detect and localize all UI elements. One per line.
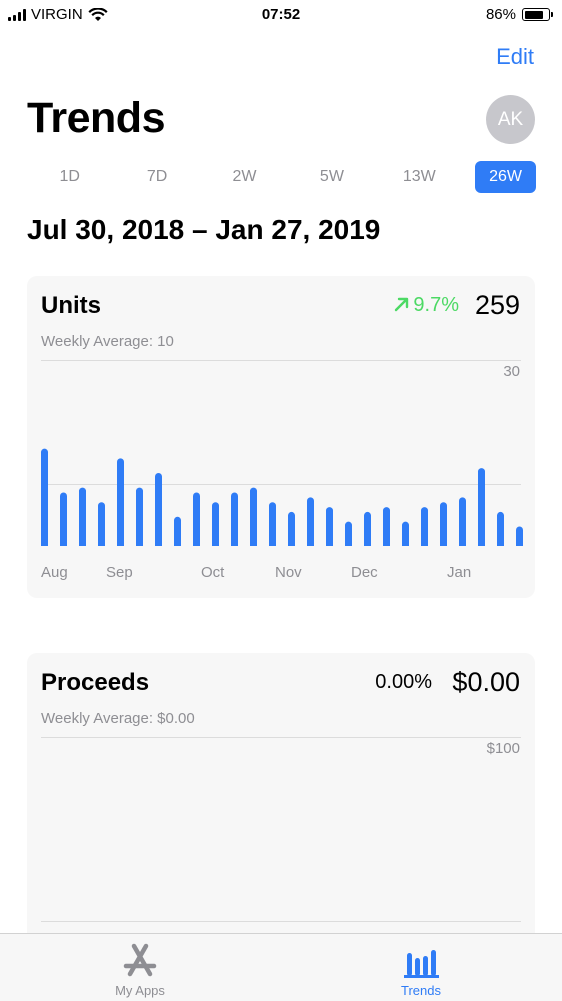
units-bar-chart xyxy=(41,448,523,546)
period-13w[interactable]: 13W xyxy=(376,161,463,193)
units-bar xyxy=(117,458,124,546)
date-range: Jul 30, 2018 – Jan 27, 2019 xyxy=(27,214,381,245)
units-bar xyxy=(98,502,105,546)
tab-trends[interactable]: Trends xyxy=(351,934,491,1001)
edit-button[interactable]: Edit xyxy=(496,44,534,70)
clock: 07:52 xyxy=(261,6,301,23)
units-bar xyxy=(41,448,48,546)
units-bar xyxy=(136,487,143,546)
units-weekly-average: Weekly Average: 10 xyxy=(41,333,174,350)
arrow-up-right-icon xyxy=(395,297,409,312)
period-2w[interactable]: 2W xyxy=(201,161,288,193)
units-card[interactable]: Units 9.7% 259 Weekly Average: 10 30 Aug… xyxy=(27,276,535,598)
units-change-value: 9.7% xyxy=(413,294,459,316)
units-bar xyxy=(383,507,390,546)
proceeds-change: 0.00% xyxy=(375,671,432,693)
units-bar xyxy=(516,526,523,546)
units-bar xyxy=(174,516,181,546)
chart-gridline-top xyxy=(41,737,521,738)
x-tick-label: Oct xyxy=(201,564,225,581)
units-bar xyxy=(364,511,371,546)
units-change: 9.7% xyxy=(393,294,459,317)
battery-percent: 86% xyxy=(485,6,516,23)
chart-gridline-top xyxy=(41,360,521,361)
period-26w[interactable]: 26W xyxy=(475,161,537,193)
units-axis-max: 30 xyxy=(503,363,520,380)
period-selector: 1D 7D 2W 5W 13W 26W xyxy=(26,161,537,193)
battery-icon xyxy=(522,8,553,21)
units-bar xyxy=(250,487,257,546)
period-1d[interactable]: 1D xyxy=(26,161,113,193)
tab-bar: My Apps Trends xyxy=(0,933,562,1001)
tab-trends-label: Trends xyxy=(401,983,441,998)
units-bar xyxy=(269,502,276,546)
units-bar xyxy=(459,497,466,546)
chart-gridline-bottom xyxy=(41,921,521,922)
status-bar: VIRGIN 07:52 86% xyxy=(0,0,562,30)
units-bar xyxy=(212,502,219,546)
units-bar xyxy=(307,497,314,546)
units-title: Units xyxy=(41,292,101,319)
units-bar xyxy=(193,492,200,546)
x-tick-label: Sep xyxy=(106,564,133,581)
units-bar xyxy=(60,492,67,546)
proceeds-weekly-average: Weekly Average: $0.00 xyxy=(41,710,195,727)
x-tick-label: Dec xyxy=(351,564,378,581)
period-5w[interactable]: 5W xyxy=(288,161,375,193)
units-bar xyxy=(155,473,162,546)
tab-my-apps[interactable]: My Apps xyxy=(70,934,210,1001)
app-store-icon xyxy=(123,943,157,977)
x-tick-label: Jan xyxy=(447,564,472,581)
x-tick-label: Nov xyxy=(275,564,302,581)
units-bar xyxy=(478,468,485,546)
proceeds-card[interactable]: Proceeds 0.00% $0.00 Weekly Average: $0.… xyxy=(27,653,535,953)
tab-my-apps-label: My Apps xyxy=(115,983,165,998)
units-bar xyxy=(421,507,428,546)
units-bar xyxy=(402,521,409,546)
proceeds-total: $0.00 xyxy=(452,667,520,697)
units-bar xyxy=(326,507,333,546)
period-7d[interactable]: 7D xyxy=(113,161,200,193)
page-title: Trends xyxy=(27,94,166,142)
units-total: 259 xyxy=(474,290,520,320)
avatar[interactable]: AK xyxy=(486,95,535,144)
units-bar xyxy=(497,511,504,546)
x-tick-label: Aug xyxy=(41,564,68,581)
units-bar xyxy=(231,492,238,546)
units-bar xyxy=(79,487,86,546)
units-bar xyxy=(440,502,447,546)
trends-bars-icon xyxy=(404,950,439,978)
units-bar xyxy=(288,511,295,546)
proceeds-axis-max: $100 xyxy=(486,740,520,757)
units-bar xyxy=(345,521,352,546)
proceeds-title: Proceeds xyxy=(41,669,150,696)
